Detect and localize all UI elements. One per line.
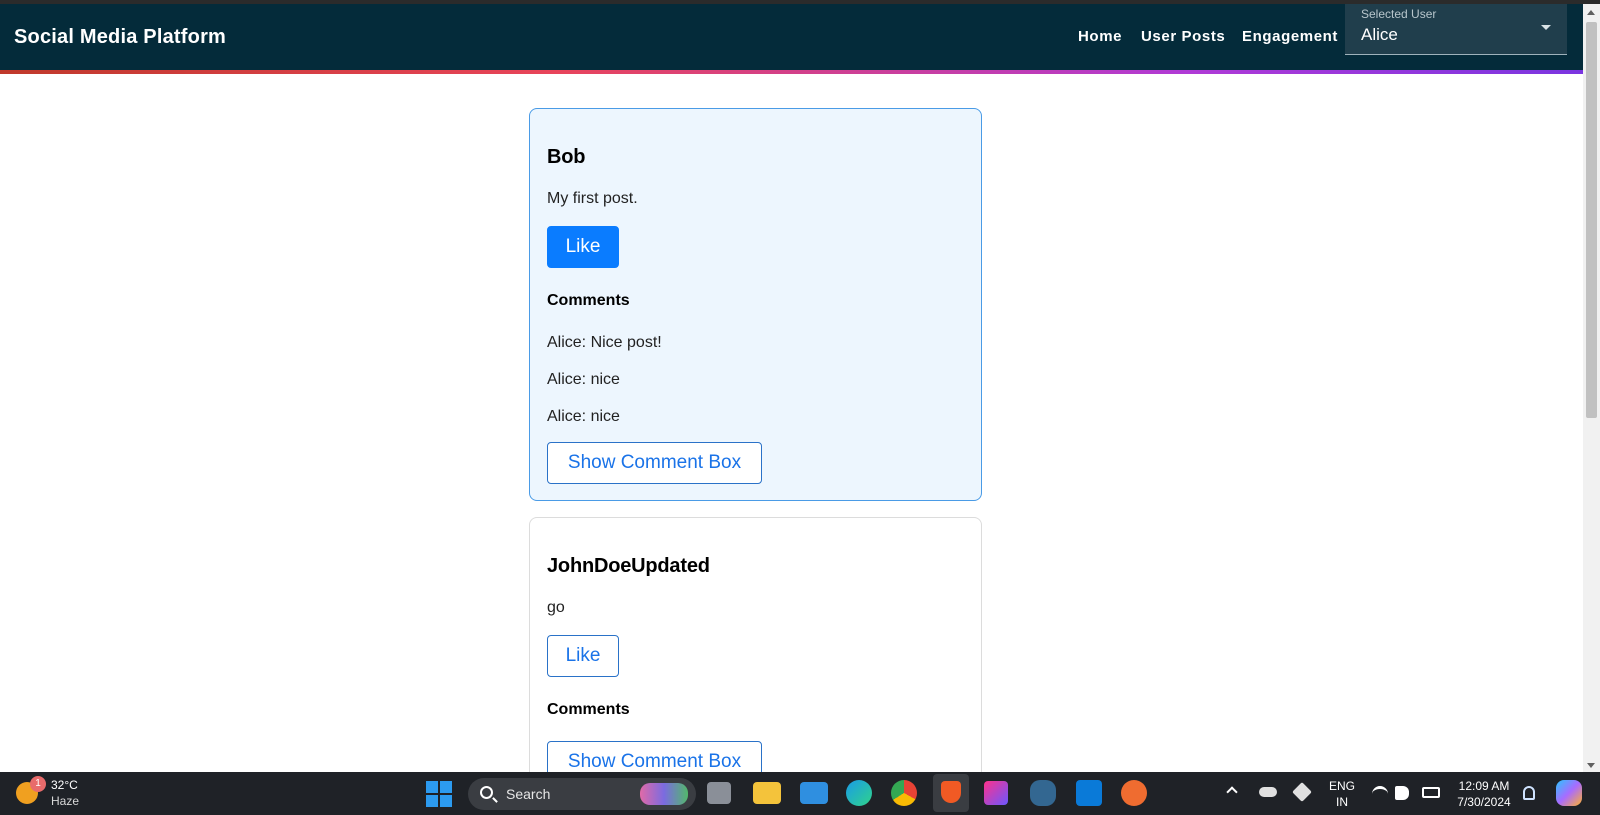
comment-item: Alice: nice <box>547 408 620 425</box>
weather-temp: 32°C <box>51 778 78 792</box>
selected-user-value: Alice <box>1361 25 1398 44</box>
app-title: Social Media Platform <box>14 26 227 48</box>
brave-taskbar-slot[interactable] <box>933 774 969 812</box>
tray-overflow-chevron-icon[interactable] <box>1226 786 1238 798</box>
comment-item: Alice: Nice post! <box>547 334 662 351</box>
clock-date: 7/30/2024 <box>1457 795 1511 809</box>
dropbox-icon[interactable] <box>1292 782 1312 802</box>
page-scrollbar[interactable] <box>1583 4 1600 772</box>
wifi-icon[interactable] <box>1372 786 1388 798</box>
search-highlight-icon <box>640 783 688 805</box>
nav-engagement[interactable]: Engagement <box>1242 28 1338 45</box>
onedrive-icon[interactable] <box>1259 787 1277 797</box>
brave-icon <box>941 781 961 803</box>
postman-icon[interactable] <box>1121 780 1147 806</box>
mail-icon[interactable] <box>800 782 828 804</box>
post-card: JohnDoeUpdated go Like Comments Show Com… <box>529 517 982 797</box>
taskbar-search-label: Search <box>506 786 551 802</box>
post-author: JohnDoeUpdated <box>547 555 710 577</box>
language-code: ENG <box>1328 779 1355 793</box>
start-windows-icon[interactable] <box>426 781 452 807</box>
vscode-icon[interactable] <box>1076 780 1102 806</box>
post-author: Bob <box>547 146 586 168</box>
task-view-icon[interactable] <box>707 782 731 804</box>
post-card: Bob My first post. Like Comments Alice: … <box>529 108 982 501</box>
search-icon <box>480 786 493 799</box>
battery-icon[interactable] <box>1422 787 1440 798</box>
selected-user-label: Selected User <box>1361 7 1437 21</box>
nav-user-posts[interactable]: User Posts <box>1141 28 1225 45</box>
copilot-icon[interactable] <box>1556 780 1582 806</box>
scrollbar-thumb[interactable] <box>1586 22 1597 418</box>
weather-badge: 1 <box>30 776 46 792</box>
notification-bell-icon[interactable] <box>1523 786 1535 800</box>
scroll-up-icon[interactable] <box>1587 10 1595 15</box>
file-explorer-icon[interactable] <box>753 782 781 804</box>
language-indicator[interactable]: ENG IN <box>1326 778 1358 810</box>
selected-user-select[interactable]: Selected User Alice <box>1345 4 1567 55</box>
scroll-down-icon[interactable] <box>1587 763 1595 768</box>
post-content: My first post. <box>547 190 638 207</box>
dropdown-caret-icon <box>1541 25 1551 30</box>
post-content: go <box>547 599 565 616</box>
nav-home[interactable]: Home <box>1078 28 1122 45</box>
header-accent-bar <box>0 70 1583 74</box>
taskbar-search[interactable]: Search <box>468 778 696 810</box>
like-button[interactable]: Like <box>547 635 619 677</box>
os-taskbar: 1 32°C Haze Search ENG IN 12:09 AM 7/30/… <box>0 772 1600 815</box>
edge-icon[interactable] <box>846 780 872 806</box>
comments-heading: Comments <box>547 701 630 718</box>
postgres-icon[interactable] <box>1030 780 1056 806</box>
show-comment-box-button[interactable]: Show Comment Box <box>547 442 762 484</box>
comments-heading: Comments <box>547 292 630 309</box>
like-button[interactable]: Like <box>547 226 619 268</box>
weather-condition: Haze <box>51 794 80 808</box>
volume-icon[interactable] <box>1395 786 1409 800</box>
language-region: IN <box>1336 795 1348 809</box>
comment-item: Alice: nice <box>547 371 620 388</box>
chrome-icon[interactable] <box>891 780 917 806</box>
clock-time: 12:09 AM <box>1458 779 1510 793</box>
intellij-icon[interactable] <box>984 781 1008 805</box>
clock[interactable]: 12:09 AM 7/30/2024 <box>1452 778 1516 810</box>
